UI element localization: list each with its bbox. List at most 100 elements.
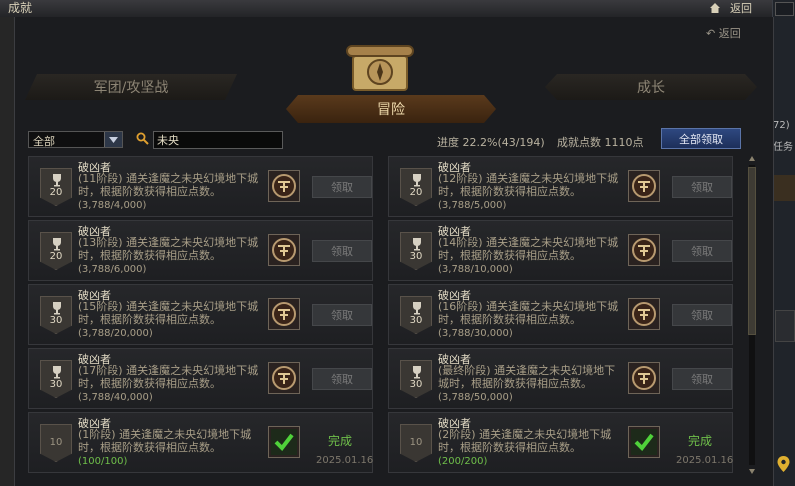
side-text-b: 任务 [773, 142, 793, 153]
achievement-progress: (3,788/20,000) [78, 328, 153, 339]
achievement-card: 30 破凶者 (14阶段) 通关逢魔之未央幻境地下城时，根据阶数获得相应点数。 (3,… [388, 220, 733, 281]
badge-points: 20 [409, 187, 423, 198]
completed-date: 2025.01.16 [676, 455, 734, 466]
scroll-down-icon[interactable] [748, 467, 756, 475]
achievement-progress: (3,788/5,000) [438, 200, 507, 211]
badge-points: 20 [49, 187, 63, 198]
window-title: 成就 [8, 1, 33, 15]
achievement-card: 20 破凶者 (12阶段) 通关逢魔之未央幻境地下城时，根据阶数获得相应点数。 (3,… [388, 156, 733, 217]
achievement-icon [268, 170, 300, 202]
claim-button[interactable]: 领取 [312, 368, 372, 390]
achievement-icon [268, 362, 300, 394]
points-badge: 20 [40, 168, 72, 206]
background-game-edge: 72) 任务 [772, 0, 795, 486]
achievement-progress: (3,788/4,000) [78, 200, 147, 211]
claim-button[interactable]: 领取 [672, 240, 732, 262]
side-decoration [773, 175, 795, 201]
points-badge: 30 [400, 232, 432, 270]
home-icon[interactable] [709, 2, 721, 14]
progress-text: 进度 22.2%(43/194) [437, 136, 545, 149]
checkmark-icon [271, 429, 297, 455]
badge-points: 30 [409, 379, 423, 390]
scroll-up-icon[interactable] [748, 155, 756, 163]
points-badge: 10 [400, 424, 432, 462]
claim-button[interactable]: 领取 [312, 176, 372, 198]
emblem-icon [632, 366, 656, 390]
chevron-down-icon [104, 132, 122, 147]
achievement-description: (2阶段) 通关逢魔之未央幻境地下城时，根据阶数获得相应点数。 [438, 428, 612, 454]
achievement-card: 20 破凶者 (13阶段) 通关逢魔之未央幻境地下城时，根据阶数获得相应点数。 (3,… [28, 220, 373, 281]
achievement-description: (最终阶段) 通关逢魔之未央幻境地下城时，根据阶数获得相应点数。 [438, 364, 616, 390]
scroll-thumb[interactable] [748, 167, 756, 335]
search-input[interactable] [153, 131, 283, 149]
location-pin-icon[interactable] [777, 456, 790, 472]
side-panel [775, 310, 795, 342]
achievement-icon [268, 234, 300, 266]
tab-growth[interactable]: 成长 [545, 74, 757, 100]
trophy-icon [413, 366, 421, 379]
achievement-card: 30 破凶者 (最终阶段) 通关逢魔之未央幻境地下城时，根据阶数获得相应点数。 (3,… [388, 348, 733, 409]
emblem-icon [632, 302, 656, 326]
undo-icon: ↶ [706, 27, 716, 40]
checkmark-icon [631, 429, 657, 455]
points-badge: 20 [400, 168, 432, 206]
trophy-icon [413, 302, 421, 315]
scrollbar[interactable] [746, 155, 758, 475]
achievement-description: (17阶段) 通关逢魔之未央幻境地下城时，根据阶数获得相应点数。 [78, 364, 259, 390]
points-badge: 30 [40, 296, 72, 334]
sub-return-label: 返回 [718, 27, 741, 40]
achievement-icon [628, 362, 660, 394]
trophy-icon [53, 366, 61, 379]
search-icon [136, 132, 149, 145]
badge-points: 30 [409, 251, 423, 262]
trophy-icon [413, 174, 421, 187]
achievement-icon [268, 426, 300, 458]
achievement-description: (13阶段) 通关逢魔之未央幻境地下城时，根据阶数获得相应点数。 [78, 236, 259, 262]
achievement-icon [268, 298, 300, 330]
achievement-progress: (3,788/40,000) [78, 392, 153, 403]
claim-button[interactable]: 领取 [672, 304, 732, 326]
trophy-icon [53, 238, 61, 251]
top-return-button[interactable]: 返回 [730, 0, 752, 17]
badge-points: 10 [49, 437, 63, 448]
completed-date: 2025.01.16 [316, 455, 374, 466]
points-badge: 30 [40, 360, 72, 398]
trophy-icon [413, 238, 421, 251]
achievement-progress: (3,788/6,000) [78, 264, 147, 275]
sub-return-button[interactable]: ↶ 返回 [706, 25, 741, 41]
claim-button[interactable]: 领取 [312, 240, 372, 262]
points-badge: 30 [400, 296, 432, 334]
claim-button[interactable]: 领取 [672, 368, 732, 390]
points-badge: 20 [40, 232, 72, 270]
category-select-value: 全部 [33, 135, 55, 148]
claim-button[interactable]: 领取 [672, 176, 732, 198]
claim-button[interactable]: 领取 [312, 304, 372, 326]
side-text-a: 72) [773, 120, 790, 131]
tab-legion[interactable]: 军团/攻坚战 [25, 74, 237, 100]
achievement-card: 10 破凶者 (1阶段) 通关逢魔之未央幻境地下城时，根据阶数获得相应点数。 (100… [28, 412, 373, 473]
tab-adventure[interactable]: 冒险 [286, 95, 496, 123]
emblem-icon [272, 238, 296, 262]
minimap-frame [775, 2, 794, 16]
trophy-icon [53, 302, 61, 315]
achievement-description: (11阶段) 通关逢魔之未央幻境地下城时，根据阶数获得相应点数。 [78, 172, 259, 198]
trophy-icon [53, 174, 61, 187]
achievement-icon [628, 426, 660, 458]
achievement-progress: (3,788/50,000) [438, 392, 513, 403]
points-badge: 10 [40, 424, 72, 462]
achievement-points-text: 成就点数 1110点 [557, 136, 644, 149]
achievement-progress: (100/100) [78, 456, 128, 467]
achievement-description: (15阶段) 通关逢魔之未央幻境地下城时，根据阶数获得相应点数。 [78, 300, 259, 326]
achievement-progress: (3,788/30,000) [438, 328, 513, 339]
badge-points: 30 [49, 379, 63, 390]
scroll-emblem-icon [346, 45, 414, 91]
achievement-icon [628, 170, 660, 202]
points-badge: 30 [400, 360, 432, 398]
claim-all-button[interactable]: 全部领取 [661, 128, 741, 149]
badge-points: 10 [409, 437, 423, 448]
achievement-progress: (3,788/10,000) [438, 264, 513, 275]
emblem-icon [272, 174, 296, 198]
emblem-icon [632, 174, 656, 198]
achievement-card: 20 破凶者 (11阶段) 通关逢魔之未央幻境地下城时，根据阶数获得相应点数。 (3,… [28, 156, 373, 217]
category-select[interactable]: 全部 [28, 131, 123, 148]
